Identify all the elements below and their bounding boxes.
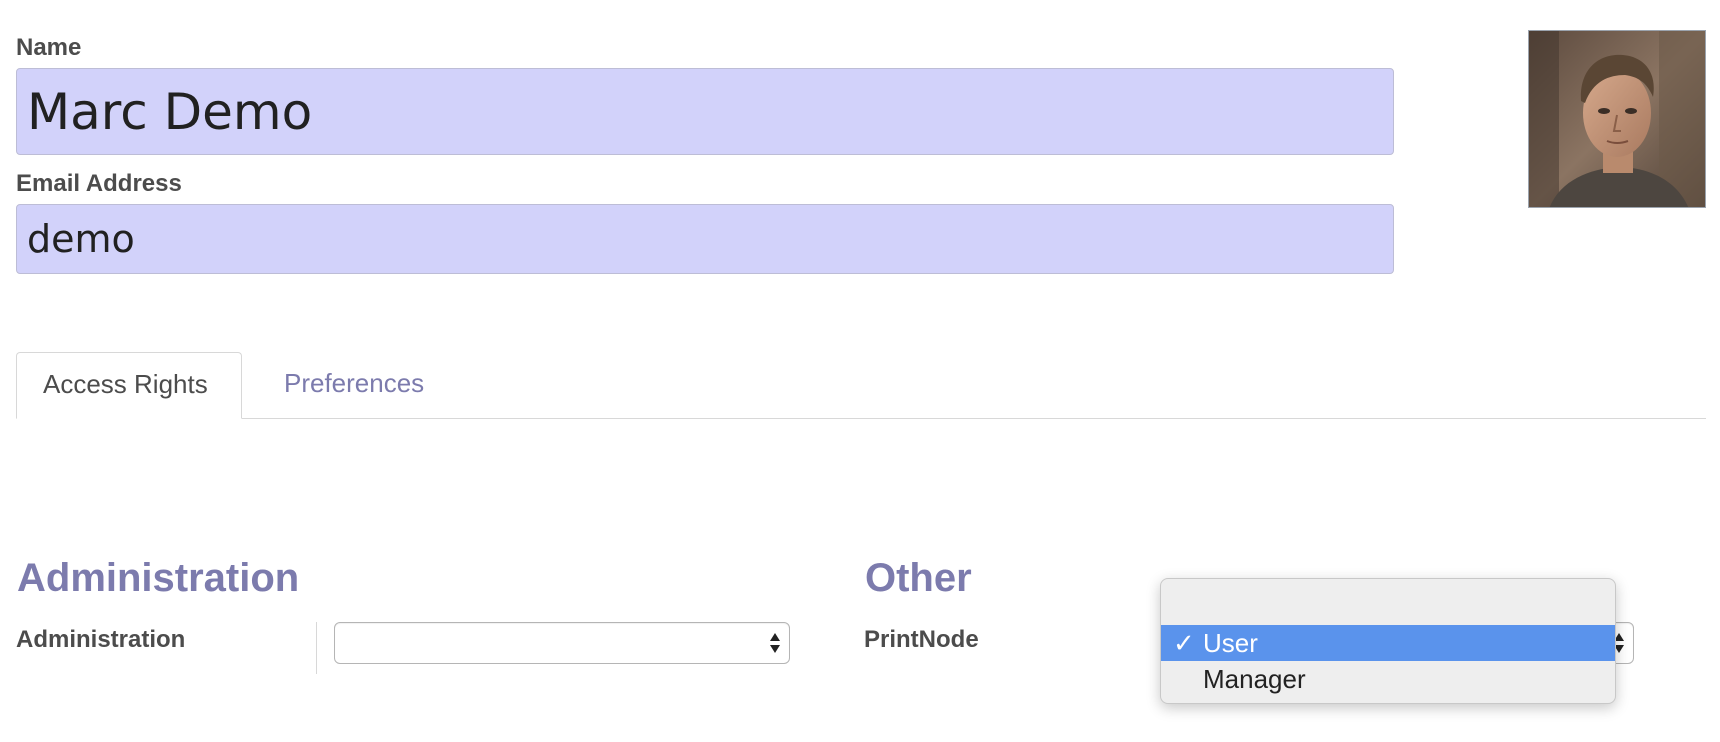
printnode-field-label: PrintNode	[864, 626, 979, 653]
tab-preferences[interactable]: Preferences	[258, 352, 450, 418]
dropdown-option-label: User	[1203, 628, 1258, 658]
printnode-dropdown-menu: ✓ User Manager	[1160, 578, 1616, 704]
field-divider	[316, 622, 317, 674]
select-arrows-icon	[770, 633, 780, 653]
avatar-photo	[1529, 31, 1705, 207]
administration-select[interactable]	[334, 622, 790, 664]
administration-field-label: Administration	[16, 626, 186, 653]
name-input[interactable]	[16, 68, 1394, 155]
form-tabs: Access Rights Preferences	[16, 352, 1706, 419]
tab-access-rights[interactable]: Access Rights	[16, 352, 242, 419]
other-section-title: Other	[865, 556, 972, 600]
name-label: Name	[16, 34, 82, 61]
email-label: Email Address	[16, 170, 182, 197]
dropdown-option-user[interactable]: ✓ User	[1161, 625, 1615, 661]
user-avatar[interactable]	[1528, 30, 1706, 208]
administration-section-title: Administration	[17, 556, 300, 600]
email-input[interactable]	[16, 204, 1394, 274]
dropdown-option-manager[interactable]: Manager	[1161, 661, 1615, 697]
dropdown-option-empty[interactable]	[1161, 587, 1615, 623]
checkmark-icon: ✓	[1173, 628, 1195, 658]
